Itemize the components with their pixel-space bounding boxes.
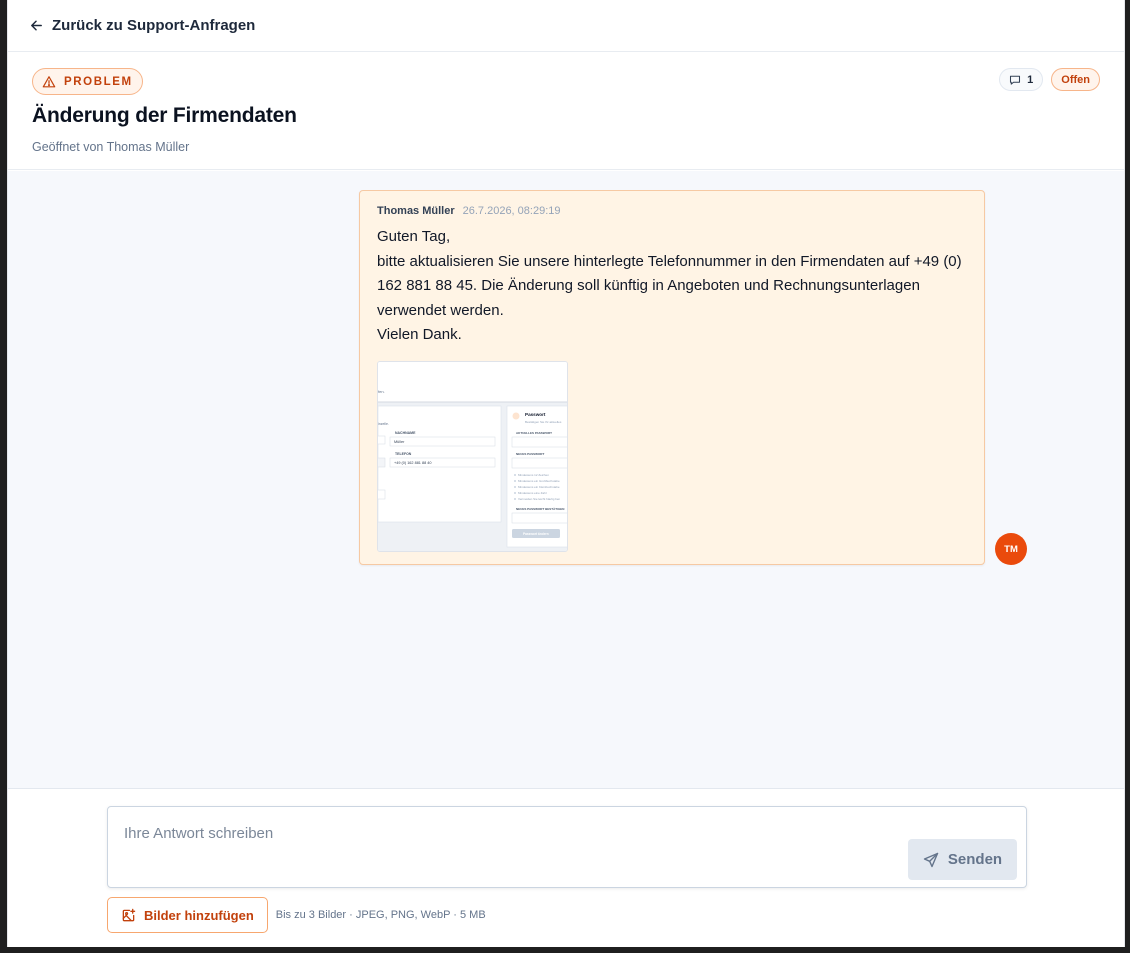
- header-meta: 1 Offen: [999, 68, 1100, 91]
- reply-input[interactable]: [108, 807, 1026, 887]
- add-images-button[interactable]: Bilder hinzufügen: [107, 897, 268, 933]
- svg-text:fen.: fen.: [378, 389, 385, 394]
- attachment-thumbnail[interactable]: fen. inzelle. NACHNAME Müller TELEFON +4…: [377, 361, 568, 552]
- upload-hint: Bis zu 3 Bilder · JPEG, PNG, WebP · 5 MB: [275, 909, 486, 921]
- svg-text:+49 (0) 162 881 88 40: +49 (0) 162 881 88 40: [394, 461, 431, 465]
- comment-count: 1: [1027, 73, 1034, 86]
- message-thread[interactable]: Thomas Müller 26.7.2026, 08:29:19 Guten …: [8, 171, 1124, 789]
- svg-text:AKTUELLES PASSWORT: AKTUELLES PASSWORT: [516, 431, 552, 435]
- svg-text:NEUES PASSWORT: NEUES PASSWORT: [516, 452, 544, 456]
- svg-text:Passwort ändern: Passwort ändern: [523, 532, 549, 536]
- warning-triangle-icon: [42, 75, 56, 87]
- comment-count-badge: 1: [999, 68, 1044, 91]
- svg-text:NACHNAME: NACHNAME: [395, 431, 416, 435]
- reply-composer: Senden: [107, 806, 1027, 888]
- send-icon: [923, 852, 939, 867]
- type-badge: PROBLEM: [32, 68, 143, 95]
- svg-text:Passwort: Passwort: [525, 412, 546, 417]
- svg-text:NEUES PASSWORT BESTÄTIGEN: NEUES PASSWORT BESTÄTIGEN: [516, 507, 564, 511]
- upload-row: Bilder hinzufügen Bis zu 3 Bilder · JPEG…: [107, 897, 486, 933]
- message-line: Guten Tag,: [377, 228, 451, 245]
- message-timestamp: 26.7.2026, 08:29:19: [462, 205, 561, 217]
- message-line: Vielen Dank.: [377, 326, 462, 343]
- opened-by-text: Geöffnet von Thomas Müller: [32, 140, 190, 154]
- back-link-label: Zurück zu Support-Anfragen: [52, 17, 256, 34]
- screenshot-image: fen. inzelle. NACHNAME Müller TELEFON +4…: [378, 362, 567, 551]
- top-bar: Zurück zu Support-Anfragen: [8, 0, 1124, 52]
- svg-text:Mindestens eine Zahl: Mindestens eine Zahl: [518, 491, 547, 495]
- svg-text:inzelle.: inzelle.: [378, 422, 389, 426]
- ticket-header: PROBLEM Änderung der Firmendaten Geöffne…: [8, 52, 1124, 170]
- svg-text:Bestätigen Sie Ihr aktuelles: Bestätigen Sie Ihr aktuelles: [525, 420, 562, 424]
- arrow-left-icon: [31, 20, 42, 31]
- send-button-label: Senden: [947, 851, 1003, 868]
- back-link[interactable]: Zurück zu Support-Anfragen: [29, 17, 255, 34]
- message-meta: Thomas Müller 26.7.2026, 08:29:19: [377, 205, 967, 217]
- svg-text:Mindestens 12 Zeichen: Mindestens 12 Zeichen: [518, 473, 549, 477]
- svg-text:Mindestens ein Großbuchstabe: Mindestens ein Großbuchstabe: [518, 479, 560, 483]
- svg-text:Mindestens ein Kleinbuchstabe: Mindestens ein Kleinbuchstabe: [518, 485, 560, 489]
- add-images-label: Bilder hinzufügen: [144, 907, 254, 923]
- svg-text:Vermeiden Sie leicht häufig be: Vermeiden Sie leicht häufig ben: [518, 497, 561, 501]
- avatar: TM: [995, 533, 1027, 565]
- page-title: Änderung der Firmendaten: [32, 104, 297, 127]
- image-plus-icon: [122, 908, 136, 921]
- svg-text:TELEFON: TELEFON: [395, 452, 412, 456]
- message-body: Guten Tag, bitte aktualisieren Sie unser…: [377, 225, 967, 348]
- message-bubble: Thomas Müller 26.7.2026, 08:29:19 Guten …: [359, 190, 985, 565]
- ticket-detail-page: Zurück zu Support-Anfragen PROBLEM Änder…: [7, 0, 1125, 947]
- status-badge: Offen: [1051, 68, 1100, 91]
- send-button[interactable]: Senden: [908, 839, 1017, 880]
- message-line: bitte aktualisieren Sie unsere hinterleg…: [377, 252, 962, 319]
- type-badge-label: PROBLEM: [64, 75, 133, 88]
- svg-text:Müller: Müller: [394, 440, 405, 444]
- reply-composer-area: Senden Bilder hinzufügen Bis zu 3 Bilder…: [8, 790, 1124, 947]
- message-square-icon: [1010, 75, 1021, 85]
- message-author: Thomas Müller: [377, 205, 455, 217]
